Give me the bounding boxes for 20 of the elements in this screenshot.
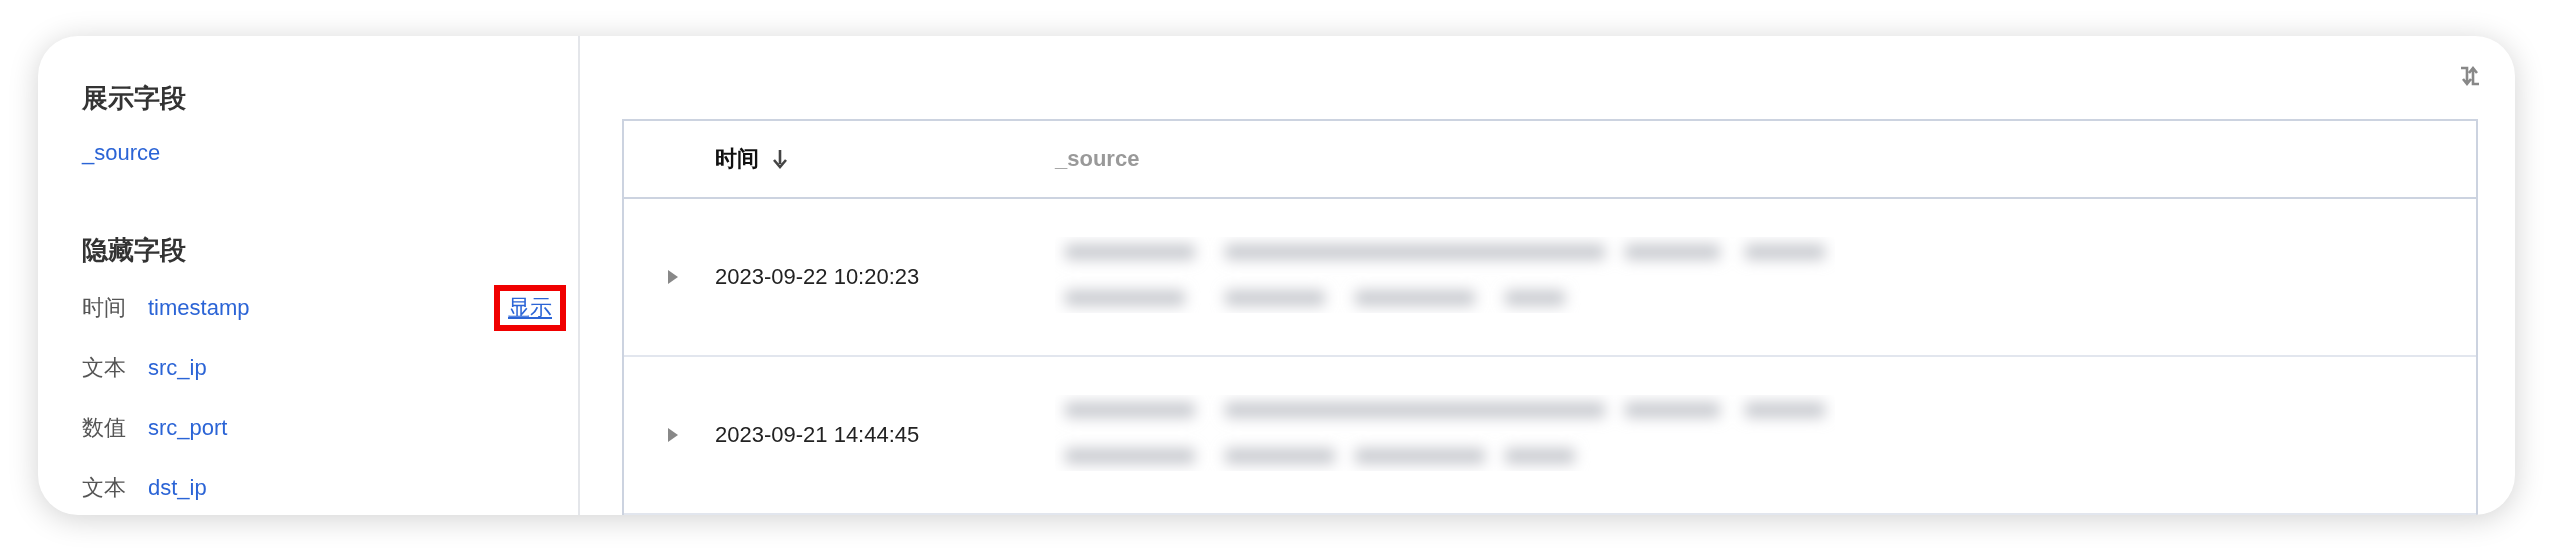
sort-arrow-icon[interactable] xyxy=(773,149,787,169)
field-type: 文本 xyxy=(82,355,127,381)
column-header[interactable]: 时间 xyxy=(715,144,759,174)
field-name[interactable]: _source xyxy=(82,140,161,166)
time-cell-text: 2023-09-22 10:20:23 xyxy=(715,264,921,290)
field-type: 时间 xyxy=(82,295,127,321)
field-type: 数值 xyxy=(82,415,127,441)
section-title: 隐藏字段 xyxy=(82,234,187,267)
field-type: 文本 xyxy=(82,475,127,501)
field-name[interactable]: src_port xyxy=(148,415,228,441)
field-name[interactable]: timestamp xyxy=(148,295,250,321)
swap-icon[interactable] xyxy=(2458,64,2482,88)
field-name[interactable]: src_ip xyxy=(148,355,207,381)
section-title: 展示字段 xyxy=(82,82,187,115)
expand-caret-icon[interactable] xyxy=(666,269,679,285)
field-name[interactable]: dst_ip xyxy=(148,475,207,501)
column-header[interactable]: _source xyxy=(1055,146,1140,172)
show-link[interactable]: 显示 xyxy=(508,295,552,321)
time-cell-text: 2023-09-21 14:44:45 xyxy=(715,422,921,448)
expand-caret-icon[interactable] xyxy=(666,427,679,443)
